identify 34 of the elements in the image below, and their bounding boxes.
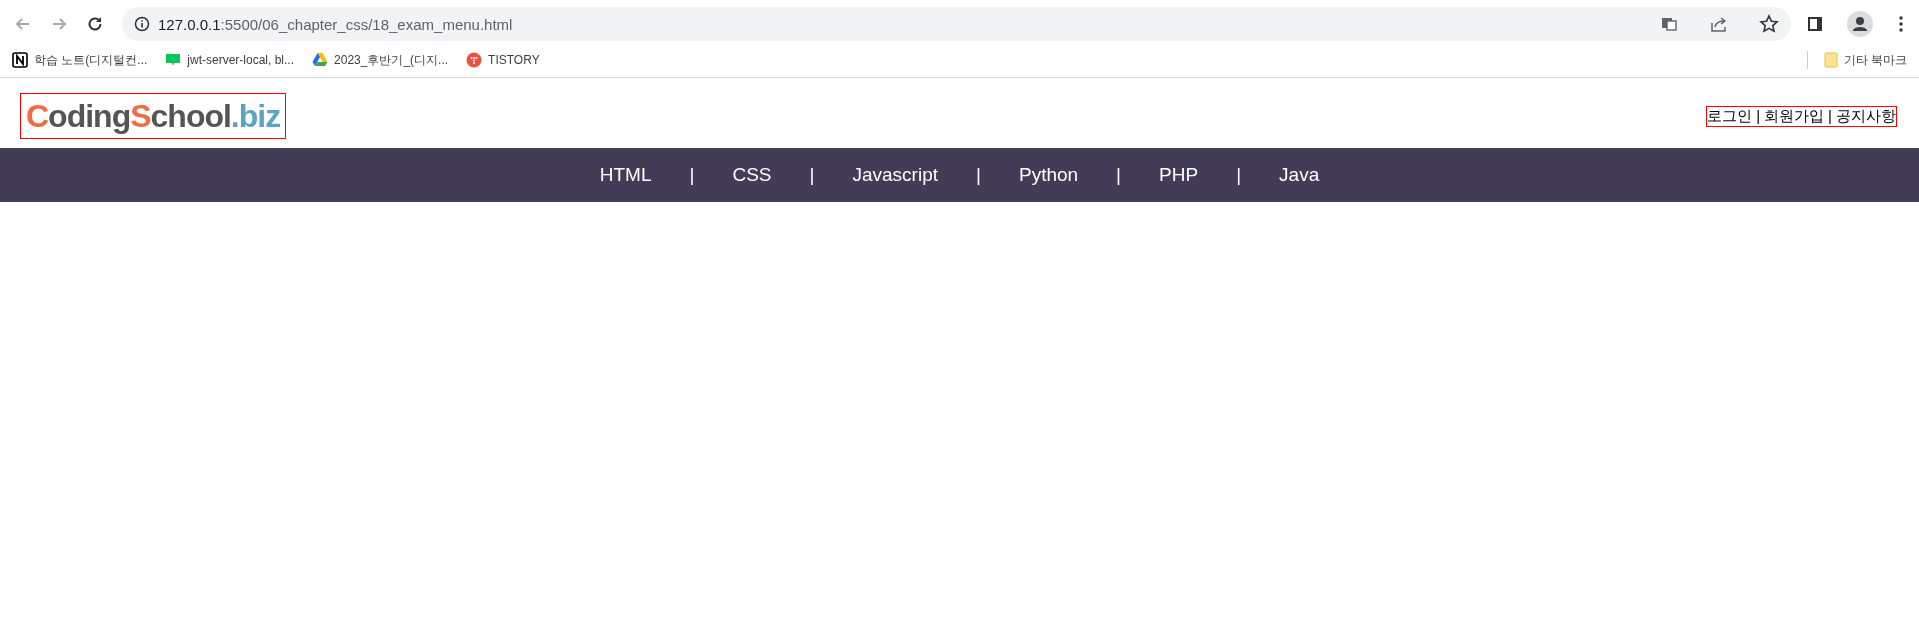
- separator-text: |: [1756, 106, 1761, 126]
- nav-link[interactable]: HTML: [599, 164, 652, 186]
- triangle-logo-icon: [312, 52, 329, 68]
- nav-link[interactable]: Python: [1018, 164, 1079, 186]
- side-panel-icon[interactable]: [1805, 14, 1825, 34]
- separator-text: |: [1236, 164, 1242, 186]
- bookmark-item[interactable]: 학습 노트(디지털컨...: [10, 51, 150, 69]
- separator-text: |: [689, 164, 695, 186]
- circle-logo-icon: [466, 52, 483, 68]
- bookmark-folder[interactable]: 기타 북마크: [1821, 51, 1909, 69]
- star-icon[interactable]: [1759, 14, 1779, 34]
- nav-link[interactable]: Java: [1279, 164, 1320, 186]
- site-logo[interactable]: CodingSchool.biz: [20, 93, 287, 139]
- blog-icon: [165, 52, 182, 68]
- share-icon[interactable]: [1709, 14, 1729, 34]
- top-link[interactable]: 로그인: [1707, 106, 1753, 126]
- bookmark-item[interactable]: jwt-server-local, bl...: [163, 52, 297, 68]
- info-icon: [134, 16, 150, 32]
- nav-link[interactable]: Javascript: [852, 164, 938, 186]
- separator-text: |: [809, 164, 815, 186]
- n-logo-icon: [12, 52, 28, 68]
- profile-avatar[interactable]: [1847, 11, 1873, 37]
- bookmark-item[interactable]: 2023_후반기_(디지...: [310, 51, 451, 69]
- top-link[interactable]: 회원가입: [1764, 106, 1825, 126]
- url-text: 127.0.0.1:5500/06_chapter_css/18_exam_menu.html: [158, 15, 513, 33]
- top-link[interactable]: 공지사항: [1836, 106, 1896, 126]
- folder-icon: [1823, 52, 1838, 68]
- address-bar[interactable]: 127.0.0.1:5500/06_chapter_css/18_exam_menu.html: [122, 7, 1791, 41]
- separator-text: |: [1828, 106, 1832, 126]
- nav-link[interactable]: CSS: [732, 164, 772, 186]
- bookmark-item[interactable]: TISTORY: [464, 52, 542, 68]
- nav-link[interactable]: PHP: [1159, 164, 1199, 186]
- separator-text: |: [976, 164, 981, 186]
- separator-text: |: [1116, 164, 1122, 186]
